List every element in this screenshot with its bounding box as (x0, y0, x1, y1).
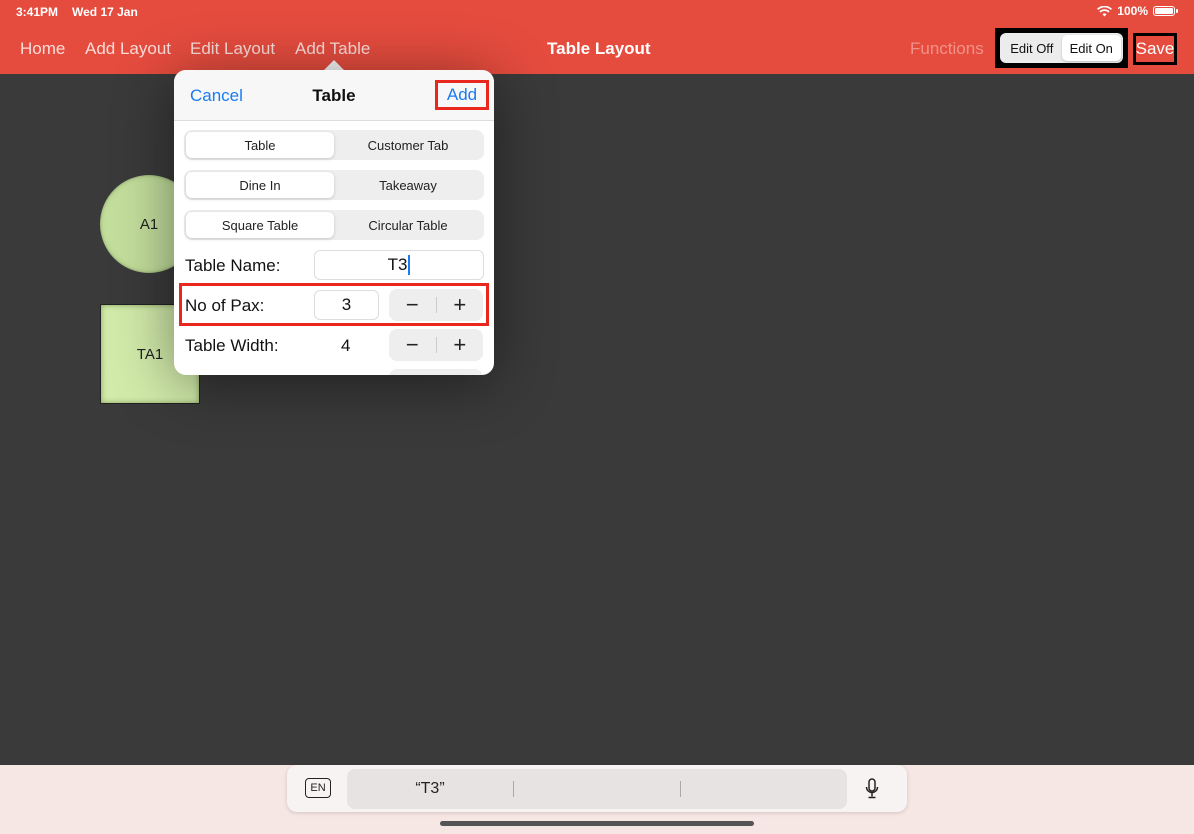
page-title: Table Layout (547, 39, 651, 58)
save-button[interactable]: Save (1133, 33, 1177, 65)
battery-tip (1176, 9, 1178, 13)
suggestion-bar: “T3” (347, 769, 847, 809)
type-segmented-control: Table Customer Tab (184, 130, 484, 160)
edit-on-option[interactable]: Edit On (1061, 35, 1121, 61)
battery-percent: 100% (1117, 4, 1148, 18)
pax-decrement-button[interactable]: − (389, 290, 436, 320)
microphone-icon[interactable] (865, 778, 879, 800)
language-key[interactable]: EN (305, 778, 331, 798)
wifi-icon (1097, 5, 1113, 16)
edit-mode-toggle: Edit Off Edit On (995, 28, 1128, 68)
next-stepper-partial (389, 369, 483, 375)
width-decrement-button[interactable]: − (389, 330, 436, 360)
table-label: A1 (139, 215, 159, 233)
table-name-input[interactable]: T3 (314, 250, 484, 280)
status-time: 3:41PM (16, 5, 59, 19)
segment-circular-table[interactable]: Circular Table (334, 212, 482, 238)
battery-icon (1153, 6, 1175, 16)
add-button[interactable]: Add (435, 80, 489, 110)
edit-off-option[interactable]: Edit Off (1002, 35, 1062, 61)
width-increment-button[interactable]: + (437, 330, 484, 360)
service-segmented-control: Dine In Takeaway (184, 170, 484, 200)
text-cursor (408, 255, 411, 275)
pax-input[interactable]: 3 (314, 290, 379, 320)
pax-increment-button[interactable]: + (437, 290, 484, 320)
table-name-label: Table Name: (185, 256, 281, 275)
width-stepper: − + (389, 329, 483, 361)
suggestion-divider (513, 781, 514, 797)
nav-add-table[interactable]: Add Table (295, 39, 370, 59)
home-indicator[interactable] (440, 821, 754, 826)
segment-dine-in[interactable]: Dine In (186, 172, 334, 198)
segment-takeaway[interactable]: Takeaway (334, 172, 482, 198)
add-table-popover: Cancel Table Add Table Customer Tab Dine… (174, 70, 494, 375)
segment-table[interactable]: Table (186, 132, 334, 158)
status-right: 100% (1097, 4, 1178, 18)
pax-value: 3 (341, 295, 352, 314)
suggestion-item[interactable]: “T3” (347, 780, 513, 798)
table-width-value: 4 (341, 336, 351, 355)
nav-edit-layout[interactable]: Edit Layout (190, 39, 275, 59)
table-width-label: Table Width: (185, 336, 279, 355)
table-label: TA1 (136, 345, 164, 363)
segment-customer-tab[interactable]: Customer Tab (334, 132, 482, 158)
nav-add-layout[interactable]: Add Layout (85, 39, 171, 59)
suggestion-divider (680, 781, 681, 797)
nav-home[interactable]: Home (20, 39, 65, 59)
pax-stepper: − + (389, 289, 483, 321)
shape-segmented-control: Square Table Circular Table (184, 210, 484, 240)
keyboard-shortcut-bar: EN “T3” (287, 765, 907, 812)
popover-header: Cancel Table Add (174, 70, 494, 121)
functions-button[interactable]: Functions (910, 39, 984, 59)
navigation-bar: 3:41PM Wed 17 Jan 100% Home Add Layout E… (0, 0, 1194, 74)
table-name-value: T3 (387, 255, 408, 274)
segment-square-table[interactable]: Square Table (186, 212, 334, 238)
pax-label: No of Pax: (185, 296, 265, 315)
status-date: Wed 17 Jan (72, 5, 138, 19)
